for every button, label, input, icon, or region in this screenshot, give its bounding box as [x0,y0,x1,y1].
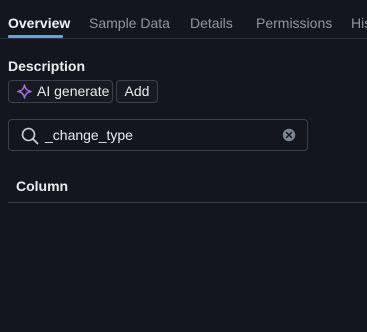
column-header: Column [16,178,69,194]
sparkle-icon [17,84,32,99]
tab-permissions[interactable]: Permissions [256,15,332,31]
tab-history[interactable]: His [351,15,367,31]
tab-overview[interactable]: Overview [8,15,70,31]
tab-sample-data[interactable]: Sample Data [89,15,170,31]
tab-bar: Overview Sample Data Details Permissions… [0,0,367,39]
clear-icon[interactable] [282,128,296,142]
add-description-button[interactable]: Add [116,80,158,103]
ai-generate-button[interactable]: AI generate [8,80,113,103]
search-value: _change_type [45,127,133,143]
description-heading: Description [8,58,86,74]
column-search-input[interactable]: _change_type [8,119,308,151]
active-tab-indicator [8,35,63,38]
table-overview-panel: Overview Sample Data Details Permissions… [0,0,367,332]
tab-details[interactable]: Details [190,15,233,31]
table-header-divider [8,202,367,203]
search-icon [21,127,39,145]
ai-generate-label: AI generate [37,83,110,99]
